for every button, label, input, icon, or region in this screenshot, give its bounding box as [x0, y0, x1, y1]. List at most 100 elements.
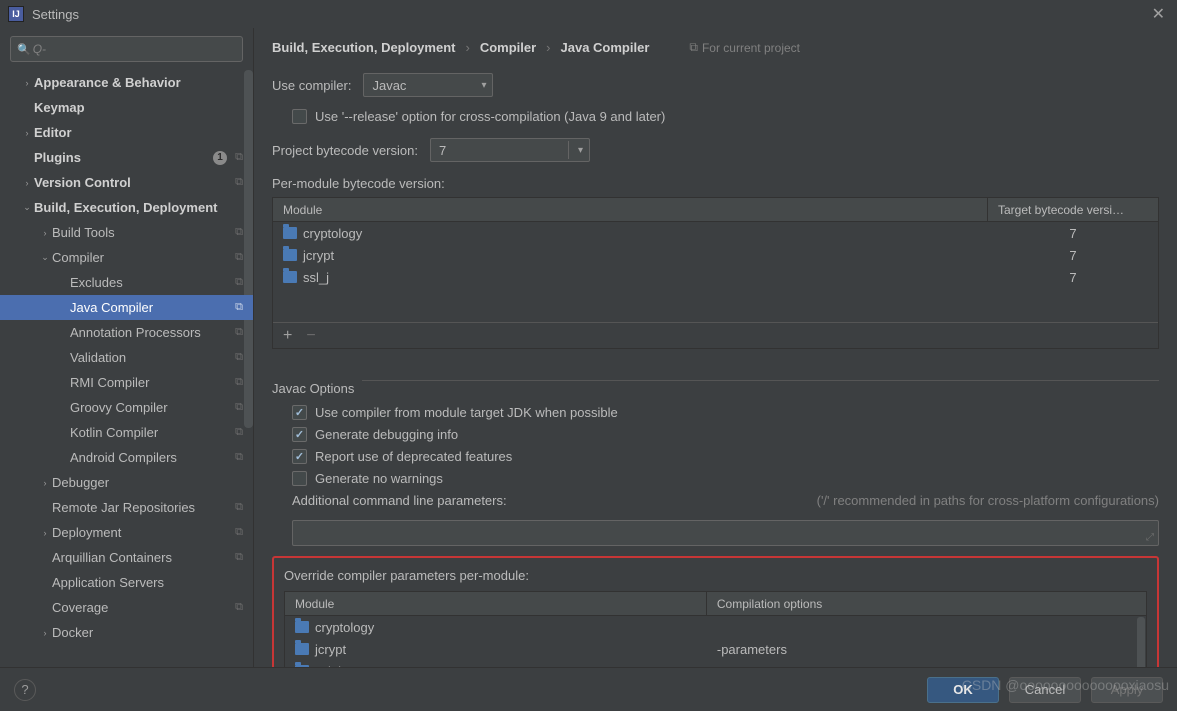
titlebar: IJ Settings ✕ — [0, 0, 1177, 28]
tree-item-label: Editor — [34, 125, 72, 140]
tree-item-label: Debugger — [52, 475, 109, 490]
release-option-checkbox[interactable] — [292, 109, 307, 124]
tree-item-editor[interactable]: ›Editor — [0, 120, 253, 145]
use-compiler-label: Use compiler: — [272, 78, 351, 93]
tree-item-label: Plugins — [34, 150, 81, 165]
table-row[interactable]: jcrypt-parameters — [285, 638, 1146, 660]
chevron-icon: › — [38, 528, 52, 538]
copy-icon: ⧉ — [235, 601, 243, 614]
tree-item-label: Docker — [52, 625, 93, 640]
folder-icon — [295, 665, 309, 667]
cancel-button[interactable]: Cancel — [1009, 677, 1081, 703]
target-column-header[interactable]: Target bytecode versi… — [988, 198, 1158, 221]
chevron-icon: › — [38, 628, 52, 638]
table-row[interactable]: ssl_j7 — [273, 266, 1158, 288]
sidebar: 🔍 Q- ›Appearance & Behavior›Keymap›Edito… — [0, 28, 254, 667]
tree-item-label: Excludes — [70, 275, 123, 290]
copy-icon: ⧉ — [235, 401, 243, 414]
tree-item-java-compiler[interactable]: ›Java Compiler⧉ — [0, 295, 253, 320]
override-table: Module Compilation options cryptologyjcr… — [284, 591, 1147, 667]
tree-item-android-compilers[interactable]: ›Android Compilers⧉ — [0, 445, 253, 470]
table-row[interactable]: ssl_j-parameters — [285, 660, 1146, 667]
folder-icon — [283, 249, 297, 261]
tree-item-label: Appearance & Behavior — [34, 75, 181, 90]
expand-icon[interactable]: ⤢ — [1146, 532, 1154, 543]
breadcrumb: Build, Execution, Deployment › Compiler … — [272, 40, 1159, 55]
help-button[interactable]: ? — [14, 679, 36, 701]
override-module-header[interactable]: Module — [285, 592, 707, 615]
badge: 1 — [213, 151, 227, 165]
report-deprecated-checkbox[interactable] — [292, 449, 307, 464]
remove-button[interactable]: − — [306, 327, 315, 345]
use-module-jdk-checkbox[interactable] — [292, 405, 307, 420]
javac-options-label: Javac Options — [272, 381, 354, 396]
tree-item-label: Java Compiler — [70, 300, 153, 315]
copy-icon: ⧉ — [235, 376, 243, 389]
table-row[interactable]: cryptology7 — [273, 222, 1158, 244]
tree-item-plugins[interactable]: ›Plugins1⧉ — [0, 145, 253, 170]
folder-icon — [283, 271, 297, 283]
ok-button[interactable]: OK — [927, 677, 999, 703]
tree-item-deployment[interactable]: ›Deployment⧉ — [0, 520, 253, 545]
use-compiler-select[interactable]: Javac — [363, 73, 493, 97]
chevron-icon: ⌄ — [20, 202, 34, 213]
tree-item-version-control[interactable]: ›Version Control⧉ — [0, 170, 253, 195]
additional-params-hint: ('/' recommended in paths for cross-plat… — [817, 493, 1159, 508]
tree-item-appearance-behavior[interactable]: ›Appearance & Behavior — [0, 70, 253, 95]
tree-item-coverage[interactable]: ›Coverage⧉ — [0, 595, 253, 620]
module-column-header[interactable]: Module — [273, 198, 988, 221]
search-input[interactable]: 🔍 Q- — [10, 36, 243, 62]
tree-item-groovy-compiler[interactable]: ›Groovy Compiler⧉ — [0, 395, 253, 420]
apply-button[interactable]: Apply — [1091, 677, 1163, 703]
tree-item-excludes[interactable]: ›Excludes⧉ — [0, 270, 253, 295]
tree-item-build-execution-deployment[interactable]: ⌄Build, Execution, Deployment — [0, 195, 253, 220]
tree-item-label: Build Tools — [52, 225, 115, 240]
tree-item-debugger[interactable]: ›Debugger — [0, 470, 253, 495]
tree-item-arquillian-containers[interactable]: ›Arquillian Containers⧉ — [0, 545, 253, 570]
generate-debug-checkbox[interactable] — [292, 427, 307, 442]
crumb-3: Java Compiler — [561, 40, 650, 55]
settings-tree: ›Appearance & Behavior›Keymap›Editor›Plu… — [0, 70, 253, 667]
override-opts-header[interactable]: Compilation options — [707, 592, 1146, 615]
table-row[interactable]: jcrypt7 — [273, 244, 1158, 266]
no-warnings-checkbox[interactable] — [292, 471, 307, 486]
tree-item-validation[interactable]: ›Validation⧉ — [0, 345, 253, 370]
per-module-table: Module Target bytecode versi… cryptology… — [272, 197, 1159, 349]
chevron-icon: › — [38, 228, 52, 238]
tree-item-keymap[interactable]: ›Keymap — [0, 95, 253, 120]
tree-item-build-tools[interactable]: ›Build Tools ⧉ — [0, 220, 253, 245]
tree-item-label: Android Compilers — [70, 450, 177, 465]
folder-icon — [283, 227, 297, 239]
tree-item-label: Groovy Compiler — [70, 400, 168, 415]
copy-icon: ⧉ — [235, 226, 243, 239]
additional-params-input[interactable]: ⤢ — [292, 520, 1159, 546]
tree-item-label: Kotlin Compiler — [70, 425, 158, 440]
table-row[interactable]: cryptology — [285, 616, 1146, 638]
add-button[interactable]: + — [283, 327, 292, 345]
tree-item-docker[interactable]: ›Docker — [0, 620, 253, 645]
copy-icon: ⧉ — [235, 176, 243, 189]
tree-item-rmi-compiler[interactable]: ›RMI Compiler⧉ — [0, 370, 253, 395]
tree-item-label: Remote Jar Repositories — [52, 500, 195, 515]
project-bytecode-select[interactable]: 7 — [430, 138, 590, 162]
tree-item-remote-jar-repositories[interactable]: ›Remote Jar Repositories⧉ — [0, 495, 253, 520]
tree-item-label: Deployment — [52, 525, 121, 540]
tree-item-label: Compiler — [52, 250, 104, 265]
tree-item-label: Application Servers — [52, 575, 164, 590]
folder-icon — [295, 643, 309, 655]
copy-icon: ⧉ — [235, 326, 243, 339]
close-icon[interactable]: ✕ — [1148, 4, 1169, 24]
tree-item-annotation-processors[interactable]: ›Annotation Processors⧉ — [0, 320, 253, 345]
tree-item-label: Annotation Processors — [70, 325, 201, 340]
tree-item-compiler[interactable]: ⌄Compiler⧉ — [0, 245, 253, 270]
tree-item-label: Keymap — [34, 100, 85, 115]
tree-item-application-servers[interactable]: ›Application Servers — [0, 570, 253, 595]
project-bytecode-label: Project bytecode version: — [272, 143, 418, 158]
chevron-icon: › — [20, 78, 34, 88]
chevron-icon: › — [20, 128, 34, 138]
release-option-label: Use '--release' option for cross-compila… — [315, 109, 665, 124]
copy-icon: ⧉ — [235, 301, 243, 314]
tree-item-kotlin-compiler[interactable]: ›Kotlin Compiler⧉ — [0, 420, 253, 445]
copy-icon: ⧉ — [235, 276, 243, 289]
scrollbar[interactable] — [1137, 617, 1145, 667]
